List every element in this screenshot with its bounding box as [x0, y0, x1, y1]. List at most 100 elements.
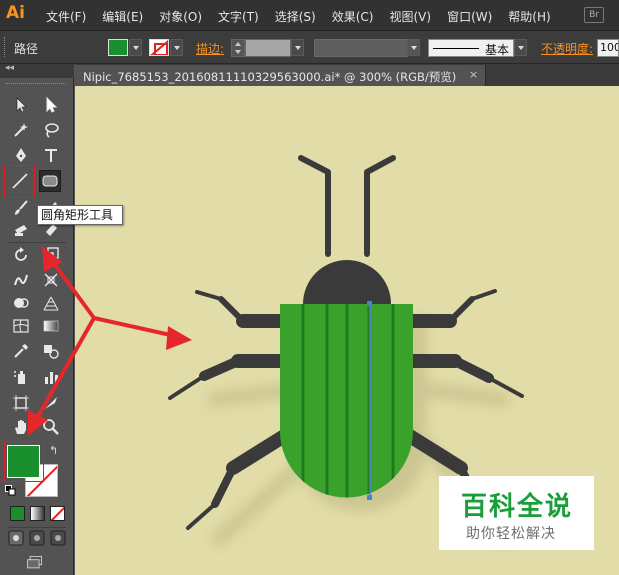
- stroke-weight-dropdown[interactable]: [291, 39, 304, 56]
- menu-select[interactable]: 选择(S): [275, 8, 316, 25]
- default-fill-stroke-icon[interactable]: [5, 485, 16, 496]
- opacity-label[interactable]: 不透明度:: [541, 40, 593, 57]
- blob-brush-tool[interactable]: [10, 218, 32, 240]
- color-mode-button[interactable]: [10, 506, 25, 521]
- opacity-field[interactable]: 100: [597, 39, 619, 57]
- menu-view[interactable]: 视图(V): [389, 8, 431, 25]
- blend-tool[interactable]: [40, 340, 62, 362]
- symbol-sprayer-tool[interactable]: [10, 366, 32, 388]
- illustrator-logo: Ai: [6, 3, 25, 23]
- menu-window[interactable]: 窗口(W): [447, 8, 492, 25]
- zoom-magnifier-icon: [43, 419, 59, 435]
- beetle-head: [303, 260, 391, 304]
- column-graph-tool[interactable]: [40, 366, 62, 388]
- rotate-tool[interactable]: [10, 244, 32, 266]
- stroke-dropdown-arrow[interactable]: [170, 39, 183, 56]
- scale-tool[interactable]: [40, 244, 62, 266]
- anchor-point-top[interactable]: [367, 301, 372, 306]
- variable-width-dropdown[interactable]: [407, 39, 420, 56]
- stroke-weight-label[interactable]: 描边:: [196, 40, 224, 57]
- selection-tool[interactable]: [10, 94, 32, 116]
- draw-normal-button[interactable]: [8, 530, 24, 546]
- selection-type-label: 路径: [14, 42, 39, 56]
- slice-knife-icon: [45, 397, 57, 409]
- gradient-icon: [43, 320, 59, 332]
- type-t-icon: [45, 149, 57, 162]
- paintbrush-tool[interactable]: [10, 197, 32, 219]
- fill-color-swatch[interactable]: [108, 39, 128, 56]
- screen-mode-button[interactable]: [24, 553, 46, 573]
- eyedropper-icon: [14, 344, 28, 358]
- stroke-color-swatch[interactable]: [149, 39, 169, 56]
- collapse-panel-icon[interactable]: ◂◂: [5, 63, 14, 73]
- artboard-tool[interactable]: [10, 392, 32, 414]
- rounded-rectangle-icon: [42, 175, 58, 187]
- stroke-weight-spinner[interactable]: [231, 39, 245, 57]
- eyedropper-tool[interactable]: [10, 340, 32, 362]
- draw-behind-icon: [29, 530, 45, 546]
- draw-inside-button[interactable]: [50, 530, 66, 546]
- tool-tooltip: 圆角矩形工具: [37, 205, 123, 225]
- menu-bar: Ai 文件(F) 编辑(E) 对象(O) 文字(T) 选择(S) 效果(C) 视…: [0, 0, 619, 31]
- menu-type[interactable]: 文字(T): [218, 8, 259, 25]
- menu-effect[interactable]: 效果(C): [332, 8, 374, 25]
- menu-edit[interactable]: 编辑(E): [102, 8, 143, 25]
- perspective-grid-tool[interactable]: [40, 292, 62, 314]
- lasso-tool[interactable]: [40, 119, 62, 141]
- free-transform-icon: [44, 273, 58, 287]
- type-tool[interactable]: [40, 144, 62, 166]
- document-tab-strip: Nipic_7685153_20160811110329563000.ai* @…: [75, 64, 619, 86]
- fill-dropdown-arrow[interactable]: [129, 39, 142, 56]
- hand-tool[interactable]: [10, 416, 32, 438]
- selection-arrow-icon: [16, 97, 27, 113]
- menu-file[interactable]: 文件(F): [46, 8, 86, 25]
- zoom-tool[interactable]: [40, 416, 62, 438]
- shape-builder-icon: [14, 298, 29, 308]
- free-transform-tool[interactable]: [40, 269, 62, 291]
- mesh-tool[interactable]: [10, 315, 32, 337]
- warp-tool[interactable]: [10, 269, 32, 291]
- hand-icon: [15, 420, 26, 434]
- none-slash-icon: [51, 507, 64, 520]
- anchor-point-bottom[interactable]: [367, 495, 372, 500]
- watermark: 百科全说 助你轻松解决: [439, 476, 594, 550]
- bridge-button[interactable]: Br: [584, 7, 604, 23]
- draw-behind-button[interactable]: [29, 530, 45, 546]
- close-tab-icon[interactable]: ×: [469, 68, 478, 81]
- tools-separator: [8, 527, 66, 528]
- brush-definition-field[interactable]: 基本: [428, 39, 514, 57]
- slice-tool[interactable]: [40, 392, 62, 414]
- symbol-sprayer-icon: [14, 371, 25, 384]
- paintbrush-icon: [15, 200, 28, 215]
- draw-normal-icon: [8, 530, 24, 546]
- tools-panel-grip[interactable]: [6, 83, 66, 86]
- blend-icon: [44, 345, 59, 359]
- none-mode-button[interactable]: [50, 506, 65, 521]
- control-bar-grip[interactable]: [4, 37, 7, 57]
- variable-width-profile[interactable]: [314, 39, 408, 57]
- gradient-tool[interactable]: [40, 315, 62, 337]
- perspective-grid-icon: [43, 296, 59, 311]
- magic-wand-tool[interactable]: [10, 119, 32, 141]
- blob-brush-icon: [15, 225, 27, 236]
- rounded-rectangle-tool[interactable]: [39, 170, 61, 192]
- swap-fill-stroke-icon[interactable]: ↰: [49, 444, 58, 457]
- menu-object[interactable]: 对象(O): [159, 8, 202, 25]
- tools-panel-header[interactable]: ◂◂: [0, 63, 74, 78]
- direct-selection-tool[interactable]: [40, 94, 62, 116]
- fill-highlight-box: [4, 441, 44, 482]
- document-tab[interactable]: Nipic_7685153_20160811110329563000.ai* @…: [75, 65, 486, 86]
- stroke-weight-field[interactable]: [245, 39, 291, 57]
- warp-icon: [14, 274, 28, 286]
- brush-dropdown[interactable]: [514, 39, 527, 56]
- shape-builder-tool[interactable]: [10, 292, 32, 314]
- pen-tool[interactable]: [10, 144, 32, 166]
- menu-help[interactable]: 帮助(H): [508, 8, 550, 25]
- brush-name: 基本: [485, 43, 510, 57]
- brush-stroke-preview: [433, 48, 479, 49]
- document-title: Nipic_7685153_20160811110329563000.ai* @…: [83, 70, 457, 84]
- artboard-icon: [13, 395, 29, 411]
- pen-nib-icon: [16, 148, 26, 162]
- tool-highlight-box: [4, 165, 35, 198]
- gradient-mode-button[interactable]: [30, 506, 45, 521]
